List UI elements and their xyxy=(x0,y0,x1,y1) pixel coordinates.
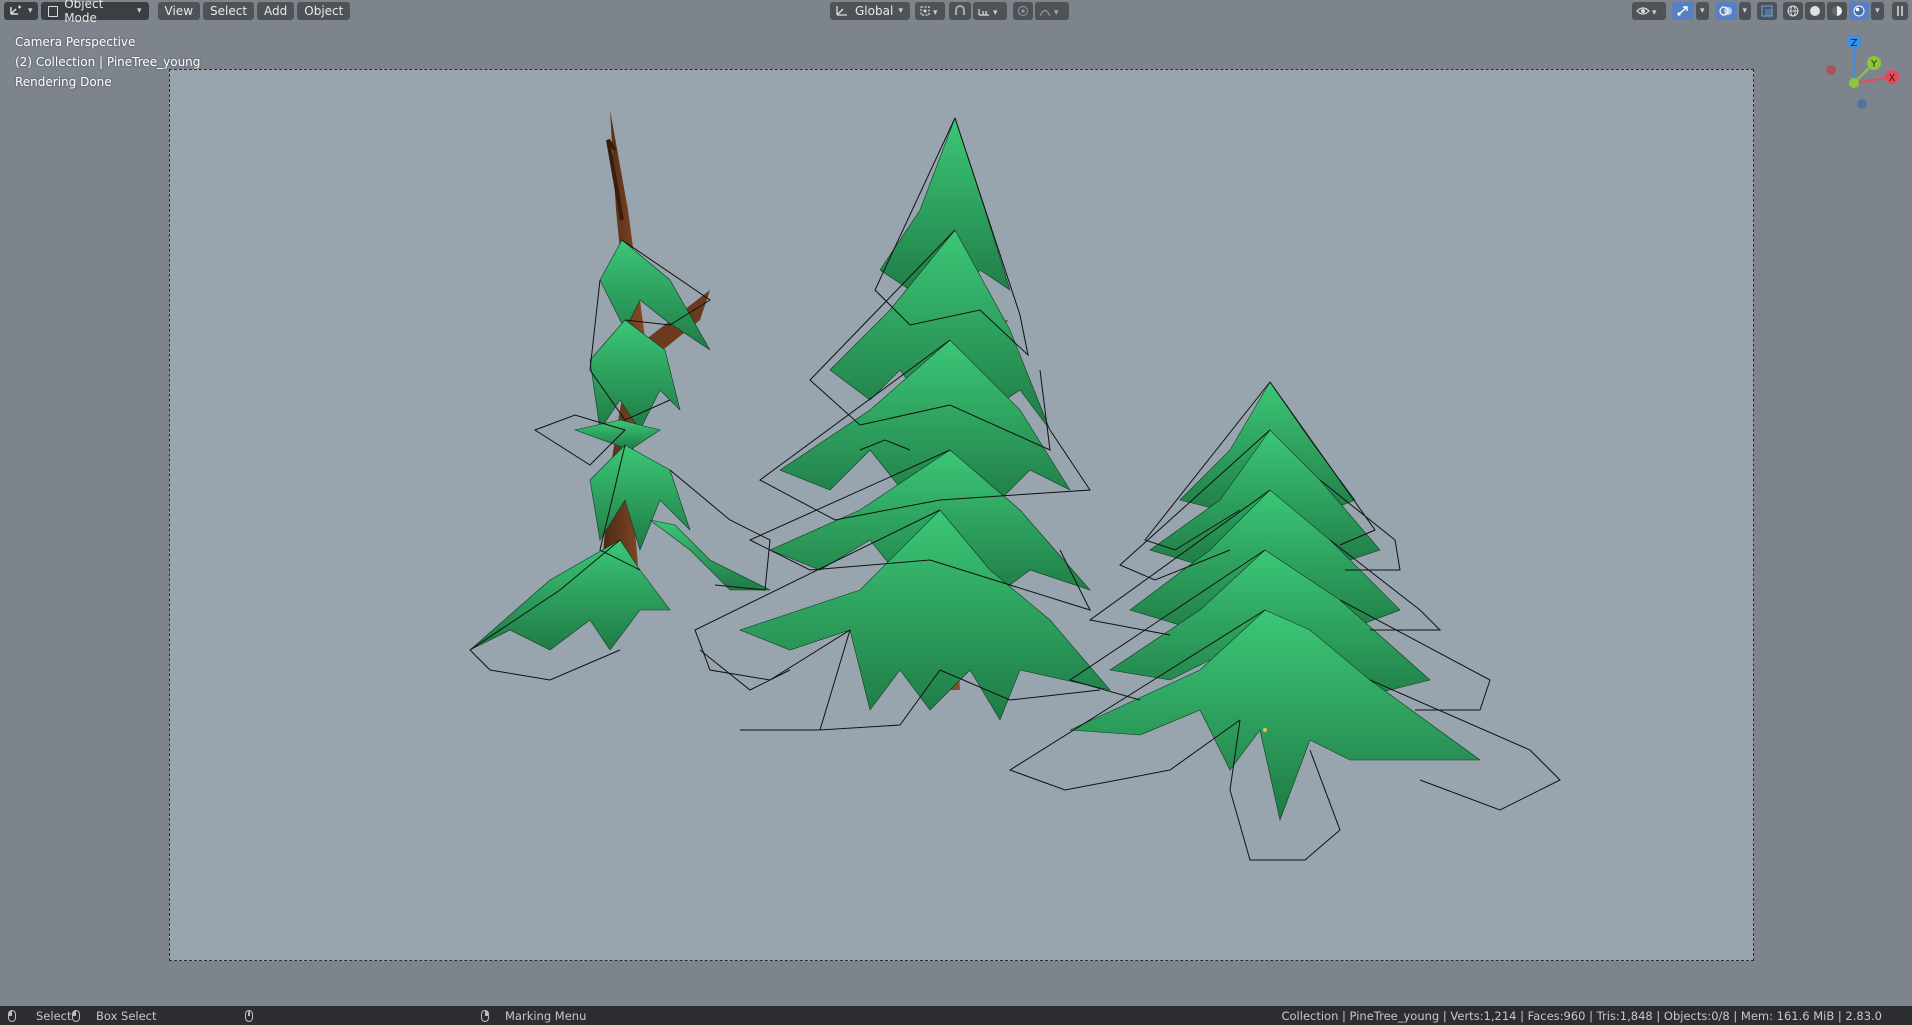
status-bar: Select Box Select Marking Menu Collectio… xyxy=(0,1006,1912,1025)
chevron-down-icon: ▾ xyxy=(898,6,903,16)
status-marking-menu-hint: Marking Menu xyxy=(481,1009,586,1023)
mode-label: Object Mode xyxy=(64,0,104,25)
pivot-point-dropdown[interactable]: ▾ xyxy=(915,2,945,20)
chevron-down-icon: ▾ xyxy=(1700,6,1705,16)
menu-view[interactable]: View xyxy=(157,2,201,20)
middle-mouse-icon xyxy=(245,1009,253,1022)
solid-shading-icon xyxy=(1809,5,1821,17)
status-select-label: Select xyxy=(36,1008,72,1023)
overlays-icon xyxy=(1718,5,1733,17)
snap-toggle[interactable] xyxy=(949,2,971,20)
sidebar-toggle[interactable] xyxy=(1891,2,1908,20)
material-preview-icon xyxy=(1831,5,1843,17)
object-mode-icon xyxy=(47,5,59,17)
snap-target-dropdown[interactable]: ▾ xyxy=(973,2,1007,20)
status-select-hint: Select xyxy=(8,1009,71,1023)
shading-wireframe-button[interactable] xyxy=(1783,2,1804,20)
rendered-shading-icon xyxy=(1853,5,1865,17)
orientation-axes-icon xyxy=(835,4,849,19)
gizmo-dropdown[interactable]: ▾ xyxy=(1696,2,1709,20)
view-name: Camera Perspective xyxy=(15,35,136,49)
menu-select[interactable]: Select xyxy=(203,2,255,20)
viewport-render xyxy=(469,110,1561,861)
shading-rendered-button[interactable] xyxy=(1849,2,1870,20)
sidebar-toggle-icon xyxy=(1895,5,1905,17)
proportional-editing-icon xyxy=(1017,5,1029,17)
status-marking-menu-label: Marking Menu xyxy=(505,1008,587,1023)
gizmo-toggle-icon xyxy=(1676,5,1690,17)
shading-dropdown[interactable]: ▾ xyxy=(1871,2,1884,20)
x-axis-handle[interactable]: X xyxy=(1885,70,1899,84)
overlays-toggle[interactable] xyxy=(1714,2,1737,20)
y-axis-label: Y xyxy=(1870,59,1878,70)
svg-text:▾: ▾ xyxy=(933,8,938,17)
z-axis-handle[interactable]: Z xyxy=(1847,35,1861,49)
menu-add[interactable]: Add xyxy=(257,2,295,20)
proportional-editing-toggle[interactable] xyxy=(1013,2,1033,20)
pine-tree-small[interactable] xyxy=(469,110,771,681)
scene-statistics-text: Collection | PineTree_young | Verts:1,21… xyxy=(1281,1008,1882,1023)
svg-text:▾: ▾ xyxy=(1652,8,1657,17)
shading-material-button[interactable] xyxy=(1827,2,1848,20)
y-negative-axis[interactable] xyxy=(1849,78,1859,88)
right-mouse-icon xyxy=(481,1009,489,1022)
status-box-select-hint: Box Select xyxy=(72,1009,157,1023)
orientation-label: Global xyxy=(855,4,894,18)
visibility-eye-icon: ▾ xyxy=(1636,5,1662,17)
xray-toggle[interactable] xyxy=(1757,2,1778,20)
overlays-dropdown[interactable]: ▾ xyxy=(1738,2,1752,20)
svg-text:▾: ▾ xyxy=(1054,8,1059,17)
z-negative-axis[interactable] xyxy=(1857,99,1867,109)
pine-tree-tall[interactable] xyxy=(694,117,1111,731)
visibility-dropdown[interactable]: ▾ xyxy=(1632,2,1666,20)
status-middle-hint xyxy=(245,1009,259,1022)
snap-magnet-icon xyxy=(953,5,967,17)
chevron-down-icon: ▾ xyxy=(1875,6,1880,16)
status-box-select-label: Box Select xyxy=(96,1008,157,1023)
chevron-down-icon: ▾ xyxy=(1742,6,1748,16)
x-negative-axis[interactable] xyxy=(1826,65,1836,75)
scene-statistics: Collection | PineTree_young | Verts:1,21… xyxy=(1281,1009,1882,1023)
viewport-editor-icon xyxy=(9,4,23,19)
pivot-point-icon: ▾ xyxy=(919,5,941,17)
left-mouse-icon xyxy=(8,1009,16,1022)
shading-solid-button[interactable] xyxy=(1805,2,1826,20)
drag-mouse-icon xyxy=(72,1009,80,1022)
svg-text:▾: ▾ xyxy=(993,8,998,17)
chevron-down-icon: ▾ xyxy=(137,6,142,16)
x-axis-label: X xyxy=(1889,73,1896,84)
mode-dropdown[interactable]: Object Mode ▾ xyxy=(40,0,149,25)
z-axis-label: Z xyxy=(1851,38,1858,49)
snap-increment-icon: ▾ xyxy=(977,5,1003,17)
camera-frame[interactable] xyxy=(169,69,1754,961)
chevron-down-icon: ▾ xyxy=(28,6,33,16)
pine-tree-wide[interactable] xyxy=(1008,381,1561,861)
xray-icon xyxy=(1761,5,1773,17)
navigation-gizmo[interactable]: Z Y X xyxy=(1820,30,1900,114)
editor-type-button[interactable]: ▾ xyxy=(4,2,38,20)
transform-orientation-dropdown[interactable]: Global ▾ xyxy=(830,2,910,20)
falloff-dropdown[interactable]: ▾ xyxy=(1035,2,1069,20)
y-axis-handle[interactable]: Y xyxy=(1867,56,1881,70)
menu-object[interactable]: Object xyxy=(297,2,351,20)
wireframe-shading-icon xyxy=(1787,5,1799,17)
gizmo-toggle[interactable] xyxy=(1672,2,1694,20)
viewport-header: ▾ Object Mode ▾ View Select Add Object G… xyxy=(0,0,1912,25)
falloff-curve-icon: ▾ xyxy=(1039,5,1065,17)
